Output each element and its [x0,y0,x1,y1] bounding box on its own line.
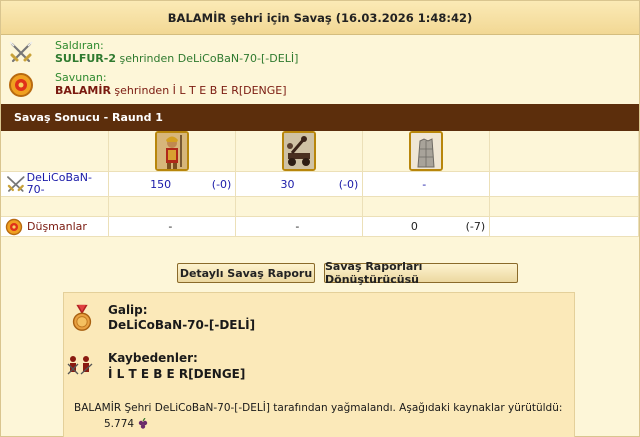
defender-role-label: Savunan: [55,71,107,84]
enemy-units-row: Düşmanlar - - 0 (-7) [1,216,639,237]
battle-report-window: BALAMİR şehri için Savaş (16.03.2026 1:4… [0,0,640,437]
attacker-city-link[interactable]: SULFUR-2 [55,52,116,65]
enemy-label: Düşmanlar [27,220,87,233]
unit-count: 30 [280,177,295,191]
crossed-swords-icon [9,41,33,63]
medal-icon [72,304,92,331]
catapult-unit-icon[interactable] [282,131,317,171]
units-table: DeLiCoBaN-70- 150 (-0) 30 (-0) - Düşmanlar [1,131,639,237]
attacker-text: şehrinden DeLiCoBaN-70-[-DELİ] [116,52,299,65]
attacker-units-row: DeLiCoBaN-70- 150 (-0) 30 (-0) - [1,171,639,197]
unit-count: - [168,220,173,233]
unit-count: 150 [150,177,172,191]
attacker-player-link[interactable]: DeLiCoBaN-70- [27,172,109,196]
enemy-unit-2: - [235,216,364,237]
attacker-info: Saldıran: SULFUR-2 şehrinden DeLiCoBaN-7… [1,37,639,71]
losers-name: İ L T E B E R[DENGE] [108,367,246,381]
detailed-report-button[interactable]: Detaylı Savaş Raporu [177,263,315,283]
resource-amount: 5.774 [104,418,135,430]
crossed-swords-icon [7,176,25,192]
wall-unit-icon[interactable] [409,131,444,171]
page-title: BALAMİR şehri için Savaş (16.03.2026 1:4… [1,1,639,35]
attacker-unit-2: 30 (-0) [235,171,364,197]
shield-emblem-icon [9,73,33,97]
unit-cell-spearman [108,131,237,172]
battle-result-panel: Galip: DeLiCoBaN-70-[-DELİ] Kaybedenler:… [63,292,575,437]
unit-count: 0 [410,220,418,233]
plundered-resource: 5.774 [104,418,149,430]
attacker-unit-3: - [362,171,491,197]
report-converter-button[interactable]: Savaş Raporları Dönüştürücüsü [324,260,518,286]
defeated-warriors-icon [67,356,93,375]
wine-grapes-icon [138,418,148,429]
defender-city-link[interactable]: BALAMİR [55,84,111,97]
defender-description: BALAMİR şehrinden İ L T E B E R[DENGE] [55,84,287,97]
unit-loss: (-0) [211,177,232,191]
losers-label: Kaybedenler: [108,351,198,365]
attacker-role-label: Saldıran: [55,39,104,52]
winner-label: Galip: [108,303,148,317]
unit-loss: (-0) [338,177,359,191]
spearman-unit-icon[interactable] [155,131,190,171]
unit-count: - [422,177,427,191]
enemy-unit-3: 0 (-7) [362,216,491,237]
unit-cell-catapult [235,131,364,172]
defender-text: şehrinden İ L T E B E R[DENGE] [110,84,287,97]
enemy-unit-1: - [108,216,237,237]
shield-emblem-icon [5,218,23,235]
section-header: Savaş Sonucu - Raund 1 [1,104,639,131]
attacker-unit-1: 150 (-0) [108,171,237,197]
unit-loss: (-7) [465,220,486,233]
unit-icons-row [1,131,639,172]
attacker-description: SULFUR-2 şehrinden DeLiCoBaN-70-[-DELİ] [55,52,298,65]
unit-count: - [295,220,300,233]
defender-info: Savunan: BALAMİR şehrinden İ L T E B E R… [1,69,639,103]
winner-name: DeLiCoBaN-70-[-DELİ] [108,318,256,332]
unit-cell-wall [362,131,491,172]
plunder-text: BALAMİR Şehri DeLiCoBaN-70-[-DELİ] taraf… [74,402,563,414]
